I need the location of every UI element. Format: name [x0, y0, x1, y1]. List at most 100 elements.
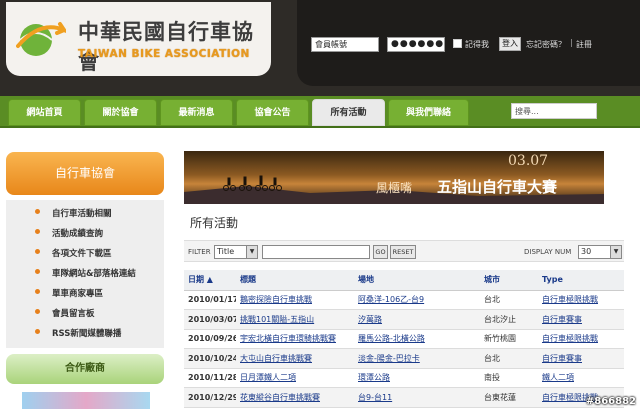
- cell-city: 台北: [480, 348, 538, 369]
- nav-news[interactable]: 最新消息: [160, 99, 233, 126]
- table-row: 2010/03/07 挑戰101關隘-五指山 汐萬路 台北汐止 自行車賽事: [184, 309, 624, 330]
- password-input[interactable]: ●●●●●●: [387, 37, 445, 52]
- type-link[interactable]: 自行車賽事: [542, 354, 582, 363]
- table-body: 2010/01/17 鵝密探險自行車挑戰 阿桑洋-106乙-台9 台北 自行車極限挑戰 2…: [184, 290, 624, 408]
- cell-venue[interactable]: 阿桑洋-106乙-台9: [354, 290, 480, 310]
- cell-type[interactable]: 自行車賽事: [538, 348, 624, 369]
- sidebar-item-label: 會員留言板: [52, 309, 95, 319]
- nav-about[interactable]: 關於協會: [84, 99, 157, 126]
- cell-title[interactable]: 挑戰101關隘-五指山: [236, 309, 354, 330]
- title-link[interactable]: 大屯山自行車挑戰賽: [240, 354, 312, 363]
- venue-link[interactable]: 羅馬公路-北橫公路: [358, 334, 425, 343]
- main-nav: 網站首頁 關於協會 最新消息 協會公告 所有活動 與我們聯絡 搜尋...: [0, 96, 640, 128]
- filter-bar: FILTER Title ▼ GO RESET DISPLAY NUM 30 ▼: [184, 240, 624, 262]
- chevron-down-icon: ▼: [246, 246, 257, 258]
- cell-venue[interactable]: 環潭公路: [354, 368, 480, 388]
- title-link[interactable]: 挑戰101關隘-五指山: [240, 315, 314, 324]
- type-link[interactable]: 鐵人二項: [542, 373, 574, 382]
- title-link[interactable]: 花東縱谷自行車挑戰賽: [240, 393, 320, 402]
- cell-type[interactable]: 鐵人二項: [538, 368, 624, 388]
- banner-date: 03.07: [508, 153, 549, 169]
- column-header-venue[interactable]: 場地: [354, 270, 480, 291]
- login-panel: 會員帳號 ●●●●●● 記得我 登入 忘記密碼？ | 註冊: [297, 0, 640, 86]
- remember-me-checkbox[interactable]: [453, 39, 462, 48]
- sidebar-item-rss[interactable]: RSS新聞媒體聯播: [6, 324, 164, 342]
- cell-venue[interactable]: 台9-台11: [354, 387, 480, 408]
- cell-title[interactable]: 大屯山自行車挑戰賽: [236, 348, 354, 369]
- nav-announcements[interactable]: 協會公告: [236, 99, 309, 126]
- cell-type[interactable]: 自行車極限挑戰: [538, 290, 624, 310]
- type-link[interactable]: 自行車極限挑戰: [542, 295, 598, 304]
- account-input[interactable]: 會員帳號: [311, 37, 379, 52]
- cell-type[interactable]: 自行車極限挑戰: [538, 329, 624, 349]
- table-row: 2010/12/29 花東縱谷自行車挑戰賽 台9-台11 台東花蓮 自行車極限挑戰: [184, 387, 624, 408]
- type-link[interactable]: 自行車賽事: [542, 315, 582, 324]
- reset-button[interactable]: RESET: [390, 245, 416, 259]
- watermark: #866882: [585, 396, 636, 407]
- sidebar-item-results[interactable]: 活動成績查詢: [6, 224, 164, 242]
- event-banner[interactable]: 03.07 風櫃嘴 五指山自行車大賽: [184, 151, 604, 204]
- title-link[interactable]: 宇宏北橫自行車環騎挑戰賽: [240, 334, 336, 343]
- nav-contact[interactable]: 與我們聯絡: [388, 99, 469, 126]
- sidebar-item-team-links[interactable]: 車隊網站&部落格連結: [6, 264, 164, 282]
- title-link[interactable]: 日月潭鐵人二項: [240, 373, 296, 382]
- cell-date: 2010/12/29: [184, 387, 236, 408]
- bullet-icon: [35, 309, 40, 314]
- logo-english-text: TAIWAN BIKE ASSOCIATION: [78, 48, 250, 60]
- cell-title[interactable]: 日月潭鐵人二項: [236, 368, 354, 388]
- display-num-select[interactable]: 30 ▼: [578, 245, 622, 259]
- nav-home[interactable]: 網站首頁: [8, 99, 81, 126]
- login-separator: |: [570, 38, 573, 47]
- venue-link[interactable]: 阿桑洋-106乙-台9: [358, 295, 424, 304]
- venue-link[interactable]: 汐萬路: [358, 315, 382, 324]
- sidebar: 自行車協會 自行車活動相關 活動成績查詢 各項文件下載區 車隊網站&部落格連結 …: [6, 152, 164, 409]
- cell-date: 2010/10/24: [184, 348, 236, 369]
- type-link[interactable]: 自行車極限挑戰: [542, 334, 598, 343]
- title-link[interactable]: 鵝密探險自行車挑戰: [240, 295, 312, 304]
- cell-title[interactable]: 宇宏北橫自行車環騎挑戰賽: [236, 329, 354, 349]
- header: 中華民國自行車協會 TAIWAN BIKE ASSOCIATION 會員帳號 ●…: [0, 0, 640, 96]
- cell-venue[interactable]: 汐萬路: [354, 309, 480, 330]
- column-header-city[interactable]: 城市: [480, 270, 538, 291]
- cell-city: 新竹桃園: [480, 329, 538, 349]
- sidebar-item-shops[interactable]: 單車商家專區: [6, 284, 164, 302]
- sidebar-item-guestbook[interactable]: 會員留言板: [6, 304, 164, 322]
- nav-all-events[interactable]: 所有活動: [312, 99, 385, 126]
- bullet-icon: [35, 249, 40, 254]
- sidebar-item-downloads[interactable]: 各項文件下載區: [6, 244, 164, 262]
- column-header-title[interactable]: 標題: [236, 270, 354, 291]
- sidebar-menu: 自行車活動相關 活動成績查詢 各項文件下載區 車隊網站&部落格連結 單車商家專區…: [6, 200, 164, 348]
- register-link[interactable]: 註冊: [576, 39, 592, 50]
- display-num-value: 30: [581, 247, 592, 256]
- cell-type[interactable]: 自行車賽事: [538, 309, 624, 330]
- remember-me-label: 記得我: [465, 40, 489, 49]
- display-num-label: DISPLAY NUM: [524, 248, 572, 256]
- filter-input[interactable]: [262, 245, 370, 259]
- sidebar-item-label: 各項文件下載區: [52, 249, 112, 259]
- forgot-password-link[interactable]: 忘記密碼？: [526, 39, 566, 50]
- login-button[interactable]: 登入: [499, 37, 521, 51]
- venue-link[interactable]: 環潭公路: [358, 373, 390, 382]
- sidebar-item-label: RSS新聞媒體聯播: [52, 329, 122, 339]
- column-header-type[interactable]: Type: [538, 270, 624, 291]
- cell-date: 2010/09/26: [184, 329, 236, 349]
- cell-venue[interactable]: 淡金-陽金-巴拉卡: [354, 348, 480, 369]
- go-button[interactable]: GO: [373, 245, 388, 259]
- search-input[interactable]: 搜尋...: [511, 103, 597, 119]
- cell-title[interactable]: 鵝密探險自行車挑戰: [236, 290, 354, 310]
- sidebar-item-bike-events[interactable]: 自行車活動相關: [6, 204, 164, 222]
- venue-link[interactable]: 淡金-陽金-巴拉卡: [358, 354, 420, 363]
- sidebar-item-label: 活動成績查詢: [52, 229, 104, 239]
- sidebar-item-label: 自行車活動相關: [52, 209, 112, 219]
- chevron-down-icon: ▼: [610, 246, 621, 258]
- logo[interactable]: 中華民國自行車協會 TAIWAN BIKE ASSOCIATION: [6, 2, 271, 76]
- cell-venue[interactable]: 羅馬公路-北橫公路: [354, 329, 480, 349]
- column-header-date[interactable]: 日期 ▲: [184, 270, 236, 291]
- venue-link[interactable]: 台9-台11: [358, 393, 392, 402]
- cell-city: 台北汐止: [480, 309, 538, 330]
- filter-select-value: Title: [217, 247, 235, 256]
- partner-banner-image[interactable]: [22, 392, 150, 409]
- cell-title[interactable]: 花東縱谷自行車挑戰賽: [236, 387, 354, 408]
- filter-field-select[interactable]: Title ▼: [214, 245, 258, 259]
- bullet-icon: [35, 329, 40, 334]
